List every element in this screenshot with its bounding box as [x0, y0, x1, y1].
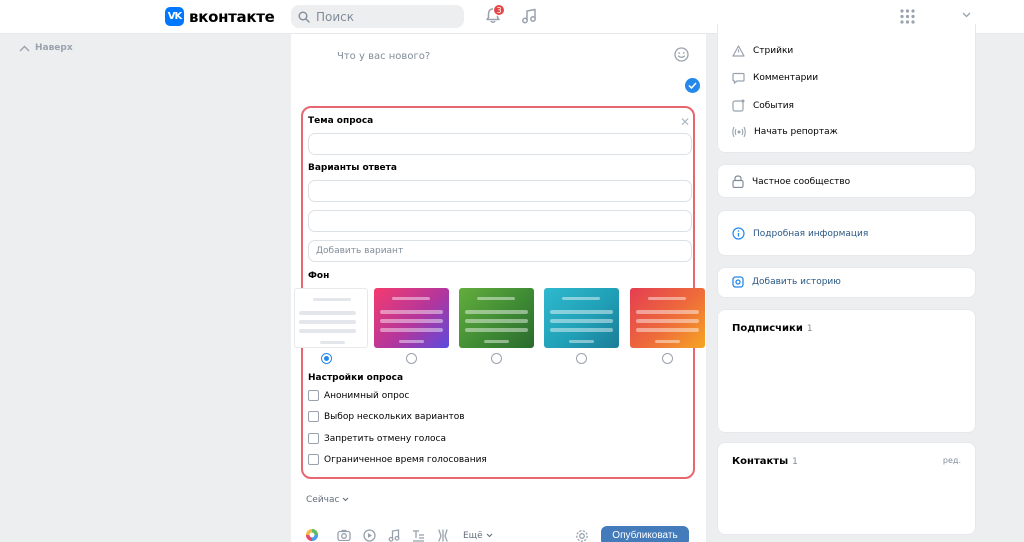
- poll-answer-input-1[interactable]: [308, 180, 692, 202]
- broadcast-icon: [732, 126, 746, 138]
- poll-answer-input-2[interactable]: [308, 210, 692, 232]
- add-story-label: Добавить историю: [752, 277, 841, 287]
- search-input[interactable]: Поиск: [291, 5, 464, 28]
- attach-toolbar: [305, 528, 461, 542]
- time-limit-checkbox[interactable]: [308, 454, 319, 465]
- chevron-down-icon: [342, 497, 349, 502]
- comment-icon: [732, 72, 745, 84]
- camera-icon[interactable]: [337, 529, 351, 542]
- contacts-count: 1: [792, 457, 798, 467]
- vk-logo[interactable]: VK вконтакте: [165, 7, 275, 26]
- menu-item-stripes[interactable]: Стрийки: [732, 45, 793, 57]
- scroll-up-label: Наверх: [35, 43, 73, 53]
- background-option-green[interactable]: [459, 288, 534, 348]
- search-icon: [298, 11, 310, 23]
- menu-item-label: Стрийки: [753, 46, 794, 56]
- publish-button[interactable]: Опубликовать: [601, 526, 689, 542]
- no-revote-label: Запретить отмену голоса: [324, 434, 447, 444]
- background-radio-orange[interactable]: [662, 353, 673, 364]
- background-option-white[interactable]: [294, 288, 368, 348]
- event-icon: [732, 99, 745, 112]
- music-note-icon[interactable]: [388, 528, 400, 542]
- contacts-title[interactable]: Контакты 1: [732, 456, 798, 467]
- emoji-hands-icon[interactable]: [437, 528, 449, 542]
- poll-background-label: Фон: [308, 271, 330, 281]
- subscribers-title[interactable]: Подписчики 1: [732, 323, 813, 334]
- poll-answers-label: Варианты ответа: [308, 163, 397, 173]
- close-icon[interactable]: ✕: [680, 115, 690, 129]
- background-option-pink[interactable]: [374, 288, 449, 348]
- background-option-orange[interactable]: [630, 288, 705, 348]
- more-label: Ещё: [463, 531, 483, 541]
- menu-item-comments[interactable]: Комментарии: [732, 72, 818, 84]
- no-revote-checkbox[interactable]: [308, 433, 319, 444]
- story-icon: [732, 276, 744, 288]
- menu-item-label: Начать репортаж: [754, 127, 838, 137]
- poll-editor: Тема опроса ✕ Варианты ответа Добавить в…: [294, 106, 705, 479]
- background-radio-white[interactable]: [321, 353, 332, 364]
- music-icon[interactable]: [521, 8, 537, 24]
- community-menu-card: Стрийки Комментарии События Начать репор…: [717, 24, 976, 153]
- private-community-label: Частное сообщество: [752, 176, 851, 187]
- menu-item-label: Комментарии: [753, 73, 819, 83]
- add-option-input[interactable]: Добавить вариант: [308, 240, 692, 262]
- subscribers-count: 1: [806, 324, 813, 334]
- scroll-up-link[interactable]: Наверх: [19, 43, 73, 53]
- apps-grid-icon[interactable]: [900, 9, 915, 24]
- private-community-item: Частное сообщество: [732, 175, 850, 188]
- search-placeholder: Поиск: [316, 9, 355, 24]
- menu-item-events[interactable]: События: [732, 99, 794, 112]
- add-story-link[interactable]: Добавить историю: [732, 276, 841, 288]
- lock-icon: [732, 175, 744, 188]
- gear-icon[interactable]: [575, 529, 589, 542]
- background-option-teal[interactable]: [544, 288, 619, 348]
- vk-logo-mark: VK: [165, 7, 184, 26]
- chevron-down-icon[interactable]: [962, 12, 971, 18]
- private-community-card: Частное сообщество: [717, 164, 976, 198]
- background-radio-green[interactable]: [491, 353, 502, 364]
- multiple-choice-label: Выбор нескольких вариантов: [324, 412, 465, 422]
- details-link[interactable]: Подробная информация: [732, 227, 868, 240]
- chevron-down-icon: [486, 533, 492, 538]
- details-card: Подробная информация: [717, 210, 976, 256]
- video-icon[interactable]: [363, 528, 376, 542]
- confirm-check-button[interactable]: [685, 78, 700, 93]
- story-card: Добавить историю: [717, 267, 976, 298]
- anonymous-label: Анонимный опрос: [324, 391, 410, 401]
- time-limit-label: Ограниченное время голосования: [324, 455, 487, 465]
- multiple-choice-checkbox[interactable]: [308, 411, 319, 422]
- menu-item-live[interactable]: Начать репортаж: [732, 126, 838, 138]
- subscribers-card: Подписчики 1: [717, 309, 976, 433]
- more-attachments-button[interactable]: Ещё: [463, 531, 493, 541]
- anonymous-checkbox[interactable]: [308, 390, 319, 401]
- check-icon: [688, 82, 697, 89]
- contacts-title-text: Контакты: [732, 456, 789, 467]
- vk-logo-text: вконтакте: [189, 7, 275, 26]
- publish-time-select[interactable]: Сейчас: [306, 495, 349, 505]
- poll-topic-input[interactable]: [308, 133, 692, 155]
- contacts-card: Контакты 1 ред.: [717, 442, 976, 535]
- subscribers-title-text: Подписчики: [732, 323, 803, 334]
- post-text-input[interactable]: Что у вас нового?: [337, 51, 430, 62]
- text-format-icon[interactable]: [412, 529, 425, 542]
- color-wheel-icon[interactable]: [305, 528, 319, 542]
- post-composer: Что у вас нового? Тема опроса ✕ Варианты…: [291, 34, 706, 542]
- poll-settings-label: Настройки опроса: [308, 373, 404, 383]
- background-radio-pink[interactable]: [406, 353, 417, 364]
- warning-icon: [732, 45, 745, 57]
- poll-topic-label: Тема опроса: [308, 116, 374, 126]
- details-label: Подробная информация: [753, 228, 869, 239]
- info-icon: [732, 227, 745, 240]
- contacts-edit-link[interactable]: ред.: [943, 456, 961, 465]
- menu-item-label: События: [753, 100, 794, 111]
- background-radio-teal[interactable]: [576, 353, 587, 364]
- emoji-icon[interactable]: [674, 47, 689, 62]
- chevron-up-icon: [19, 45, 30, 51]
- notification-badge: 3: [493, 4, 505, 16]
- publish-time-label: Сейчас: [306, 495, 340, 505]
